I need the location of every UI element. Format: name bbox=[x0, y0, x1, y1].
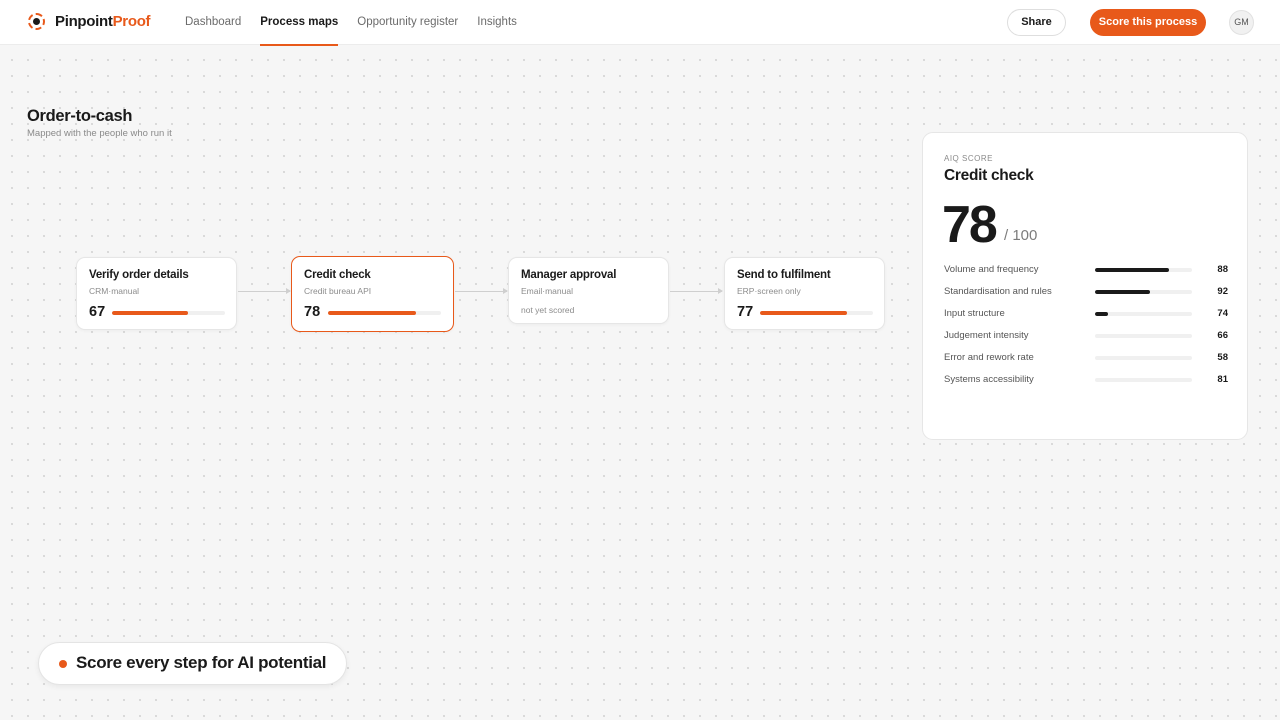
step-score: 77 bbox=[737, 304, 754, 320]
criterion-bar bbox=[1095, 312, 1192, 316]
criterion-value: 74 bbox=[1217, 308, 1228, 319]
brand-name-part2: Proof bbox=[112, 13, 151, 30]
step-title: Manager approval bbox=[521, 269, 617, 281]
step-title: Credit check bbox=[304, 269, 371, 281]
top-bar: PinpointProof Dashboard Process maps Opp… bbox=[0, 0, 1280, 46]
criterion-label: Systems accessibility bbox=[944, 374, 1034, 385]
page-title: Order-to-cash bbox=[27, 107, 133, 125]
nav-process-maps[interactable]: Process maps bbox=[260, 0, 339, 46]
criterion-label: Volume and frequency bbox=[944, 264, 1039, 275]
criterion-value: 88 bbox=[1217, 264, 1228, 275]
process-step-send-fulfilment[interactable]: Send to fulfilment ERP·screen only 77 bbox=[724, 257, 885, 330]
step-score-bar bbox=[328, 311, 441, 315]
criterion-row-error-rework: Error and rework rate 58 bbox=[944, 350, 1228, 366]
bullet-dot-icon bbox=[59, 660, 67, 668]
flow-connector bbox=[670, 288, 723, 294]
step-score-bar-fill bbox=[328, 311, 417, 315]
criterion-value: 66 bbox=[1217, 330, 1228, 341]
panel-score: 78 bbox=[942, 196, 998, 254]
criterion-label: Input structure bbox=[944, 308, 1005, 319]
criterion-bar bbox=[1095, 334, 1192, 338]
criterion-label: Standardisation and rules bbox=[944, 286, 1052, 297]
page-subtitle: Mapped with the people who run it bbox=[27, 128, 172, 139]
score-process-button[interactable]: Score this process bbox=[1090, 9, 1206, 36]
criterion-bar bbox=[1095, 356, 1192, 360]
criterion-value: 58 bbox=[1217, 352, 1228, 363]
callout-text: Score every step for AI potential bbox=[76, 653, 327, 672]
step-score-bar-fill bbox=[760, 311, 847, 315]
criterion-bar bbox=[1095, 268, 1192, 272]
flow-connector bbox=[455, 288, 508, 294]
criterion-value: 81 bbox=[1217, 374, 1228, 385]
criterion-bar-fill bbox=[1095, 312, 1108, 316]
brand-name: PinpointProof bbox=[55, 13, 151, 30]
flow-connector bbox=[238, 288, 291, 294]
callout-pill: Score every step for AI potential bbox=[38, 642, 347, 685]
step-score-bar bbox=[112, 311, 225, 315]
panel-score-max: / 100 bbox=[1004, 227, 1038, 244]
step-meta: ERP·screen only bbox=[737, 286, 801, 296]
criterion-row-volume: Volume and frequency 88 bbox=[944, 262, 1228, 278]
avatar[interactable]: GM bbox=[1229, 10, 1254, 35]
panel-eyebrow: AIQ SCORE bbox=[944, 154, 993, 163]
criterion-bar-fill bbox=[1095, 268, 1169, 272]
criterion-bar-fill bbox=[1095, 290, 1151, 294]
process-step-verify-order[interactable]: Verify order details CRM·manual 67 bbox=[76, 257, 237, 330]
criterion-row-systems: Systems accessibility 81 bbox=[944, 372, 1228, 388]
step-title: Verify order details bbox=[89, 269, 189, 281]
nav-insights[interactable]: Insights bbox=[477, 0, 517, 45]
panel-title: Credit check bbox=[944, 167, 1034, 184]
process-step-manager-approval[interactable]: Manager approval Email·manual not yet sc… bbox=[508, 257, 669, 324]
process-step-credit-check[interactable]: Credit check Credit bureau API 78 bbox=[291, 256, 454, 332]
step-score: 67 bbox=[89, 304, 106, 320]
aiq-score-panel: AIQ SCORE Credit check 78 / 100 Volume a… bbox=[922, 132, 1248, 440]
criterion-label: Error and rework rate bbox=[944, 352, 1034, 363]
criterion-row-input-structure: Input structure 74 bbox=[944, 306, 1228, 322]
criterion-value: 92 bbox=[1217, 286, 1228, 297]
step-meta: CRM·manual bbox=[89, 286, 140, 296]
step-score: 78 bbox=[304, 304, 321, 320]
brand-logo[interactable]: PinpointProof bbox=[28, 13, 151, 30]
brand-name-part1: Pinpoint bbox=[55, 13, 113, 30]
step-meta: Email·manual bbox=[521, 286, 573, 296]
step-score-bar bbox=[760, 311, 873, 315]
nav-dashboard[interactable]: Dashboard bbox=[185, 0, 241, 45]
criterion-bar bbox=[1095, 378, 1192, 382]
criterion-row-judgement: Judgement intensity 66 bbox=[944, 328, 1228, 344]
main-nav: Dashboard Process maps Opportunity regis… bbox=[185, 0, 536, 46]
criterion-label: Judgement intensity bbox=[944, 330, 1029, 341]
step-meta: Credit bureau API bbox=[304, 286, 372, 296]
criterion-row-standardisation: Standardisation and rules 92 bbox=[944, 284, 1228, 300]
target-icon bbox=[28, 13, 45, 30]
criterion-bar bbox=[1095, 290, 1192, 294]
step-unscored-label: not yet scored bbox=[521, 305, 575, 315]
share-button[interactable]: Share bbox=[1007, 9, 1066, 36]
step-score-bar-fill bbox=[112, 311, 188, 315]
step-title: Send to fulfilment bbox=[737, 269, 831, 281]
nav-opportunity-register[interactable]: Opportunity register bbox=[357, 0, 458, 45]
